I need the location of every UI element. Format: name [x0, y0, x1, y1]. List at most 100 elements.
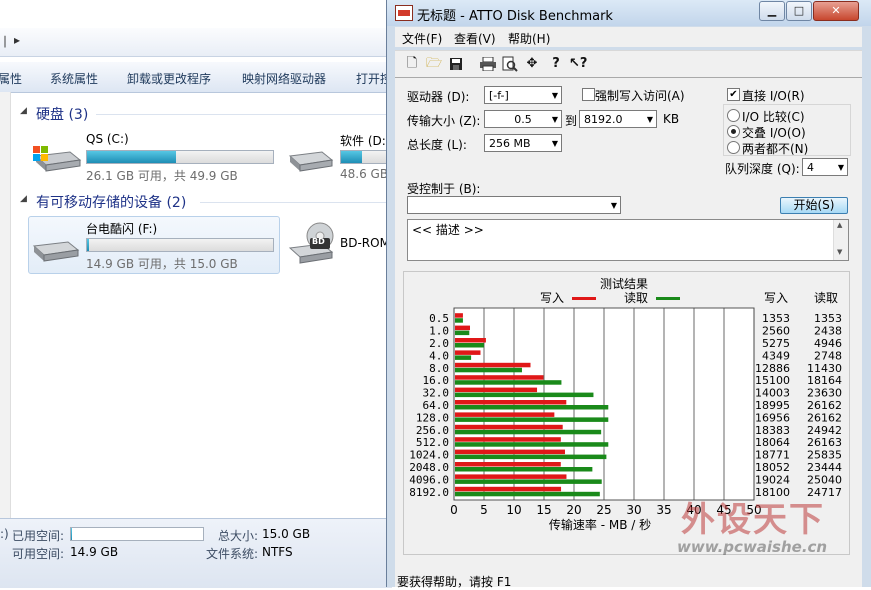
- cmd-map-drive[interactable]: 映射网络驱动器: [242, 70, 326, 87]
- description-box[interactable]: << 描述 >> ▲ ▼: [407, 219, 849, 261]
- total-length-label: 总长度 (L):: [407, 138, 467, 152]
- io-compare-label: I/O 比较(C): [742, 110, 805, 124]
- atto-window: 无标题 - ATTO Disk Benchmark ▁ □ ✕ 文件(F) 查看…: [386, 0, 871, 589]
- minimize-button[interactable]: ▁: [759, 1, 785, 21]
- watermark-main: 外设天下: [681, 500, 825, 540]
- description-scrollbar[interactable]: ▲ ▼: [833, 220, 848, 260]
- write-value: 18771: [755, 449, 790, 462]
- save-icon[interactable]: [447, 55, 465, 73]
- read-value: 18164: [807, 374, 842, 387]
- print-icon[interactable]: [479, 55, 497, 73]
- write-bar: [455, 474, 567, 479]
- cmd-properties[interactable]: 属性: [0, 70, 22, 87]
- drive-c-name[interactable]: QS (C:): [86, 132, 129, 146]
- write-bar: [455, 449, 565, 455]
- write-value: 12886: [755, 362, 790, 375]
- cmd-system-properties[interactable]: 系统属性: [50, 70, 98, 87]
- cmd-uninstall[interactable]: 卸载或更改程序: [127, 70, 211, 87]
- menu-view[interactable]: 查看(V): [454, 30, 496, 47]
- table-header-read: 读取: [814, 291, 838, 305]
- chevron-down-icon: ▼: [551, 139, 558, 148]
- status-text: 要获得帮助，请按 F1: [397, 575, 512, 589]
- maximize-button[interactable]: □: [786, 1, 812, 21]
- read-value: 25040: [807, 473, 842, 486]
- context-help-icon[interactable]: ↖?: [569, 55, 587, 73]
- total-length-select[interactable]: 256 MB ▼: [484, 134, 562, 152]
- category-label: 4.0: [429, 349, 449, 362]
- category-label: 0.5: [429, 312, 449, 325]
- write-value: 2560: [762, 325, 790, 338]
- transfer-from-select[interactable]: 0.5 ▼: [484, 110, 562, 128]
- drive-bd-name[interactable]: BD-ROM: [340, 236, 390, 250]
- filesystem-label: 文件系统:: [206, 547, 259, 561]
- read-value: 26162: [807, 399, 842, 412]
- x-tick-label: 10: [506, 503, 521, 517]
- menu-file[interactable]: 文件(F): [402, 30, 442, 47]
- overlapped-io-radio[interactable]: [727, 125, 740, 138]
- print-preview-icon[interactable]: [501, 55, 519, 73]
- help-icon[interactable]: ?: [547, 55, 565, 73]
- address-bar[interactable]: ∣ ▸: [0, 28, 392, 57]
- write-value: 16956: [755, 411, 790, 424]
- category-label: 16.0: [423, 374, 450, 387]
- nav-pane-edge[interactable]: [0, 92, 11, 518]
- group-divider: [96, 114, 392, 115]
- legend-write-label: 写入: [540, 291, 564, 305]
- read-value: 1353: [814, 312, 842, 325]
- drive-d-name[interactable]: 软件 (D:: [340, 132, 386, 149]
- start-button[interactable]: 开始(S): [780, 197, 848, 214]
- status-bar: 要获得帮助，请按 F1: [395, 572, 862, 589]
- details-fragment: :): [0, 527, 9, 541]
- drive-label: 驱动器 (D):: [407, 90, 470, 104]
- write-value: 18995: [755, 399, 790, 412]
- group-divider: [200, 202, 392, 203]
- command-bar: 属性 系统属性 卸载或更改程序 映射网络驱动器 打开控: [0, 62, 392, 93]
- x-tick-label: 0: [450, 503, 458, 517]
- menu-bar: 文件(F) 查看(V) 帮助(H): [395, 27, 862, 47]
- write-bar: [455, 375, 544, 380]
- move-icon[interactable]: ✥: [523, 55, 541, 73]
- transfer-to-select[interactable]: 8192.0 ▼: [579, 110, 657, 128]
- x-tick-label: 25: [596, 503, 611, 517]
- group-hard-disks[interactable]: 硬盘 (3): [36, 104, 88, 124]
- write-value: 1353: [762, 312, 790, 325]
- io-compare-radio[interactable]: [727, 109, 740, 122]
- watermark-url: www.pcwaishe.cn: [677, 538, 828, 556]
- free-space-value: 14.9 GB: [70, 545, 119, 559]
- category-label: 512.0: [416, 436, 449, 449]
- legend-read-label: 读取: [624, 291, 648, 305]
- direct-io-checkbox[interactable]: ✔: [727, 88, 740, 101]
- category-label: 64.0: [423, 399, 450, 412]
- force-write-checkbox[interactable]: [582, 88, 595, 101]
- collapse-arrow-icon[interactable]: ◢: [20, 106, 27, 116]
- x-tick-label: 5: [480, 503, 488, 517]
- read-bar: [455, 392, 594, 398]
- controlled-by-select[interactable]: ▼: [407, 196, 621, 214]
- direct-io-label: 直接 I/O(R): [742, 89, 805, 103]
- neither-radio[interactable]: [727, 141, 740, 154]
- drive-f-name[interactable]: 台电酷闪 (F:): [86, 220, 157, 237]
- read-value: 23630: [807, 387, 842, 400]
- drive-select[interactable]: [-f-] ▼: [484, 86, 562, 104]
- close-button[interactable]: ✕: [813, 1, 859, 21]
- new-icon[interactable]: 🗋: [403, 55, 421, 73]
- drive-f-usage-fill: [87, 239, 89, 251]
- neither-label: 两者都不(N): [742, 142, 809, 156]
- open-icon[interactable]: 🗁: [425, 55, 443, 73]
- collapse-arrow-icon[interactable]: ◢: [20, 194, 27, 204]
- atto-titlebar[interactable]: 无标题 - ATTO Disk Benchmark ▁ □ ✕: [387, 0, 871, 26]
- scroll-up-icon[interactable]: ▲: [837, 221, 842, 229]
- menu-help[interactable]: 帮助(H): [508, 30, 550, 47]
- queue-depth-select[interactable]: 4 ▼: [802, 158, 848, 176]
- read-bar: [455, 330, 470, 336]
- read-value: 2438: [814, 325, 842, 338]
- scroll-down-icon[interactable]: ▼: [837, 248, 842, 256]
- x-tick-label: 30: [626, 503, 641, 517]
- used-space-fill: [71, 528, 73, 540]
- x-tick-label: 20: [566, 503, 581, 517]
- group-removable[interactable]: 有可移动存储的设备 (2): [36, 192, 186, 212]
- drive-icon: [286, 136, 336, 176]
- read-value: 11430: [807, 362, 842, 375]
- address-chevron-icon[interactable]: ▸: [14, 33, 20, 47]
- read-bar: [455, 442, 609, 447]
